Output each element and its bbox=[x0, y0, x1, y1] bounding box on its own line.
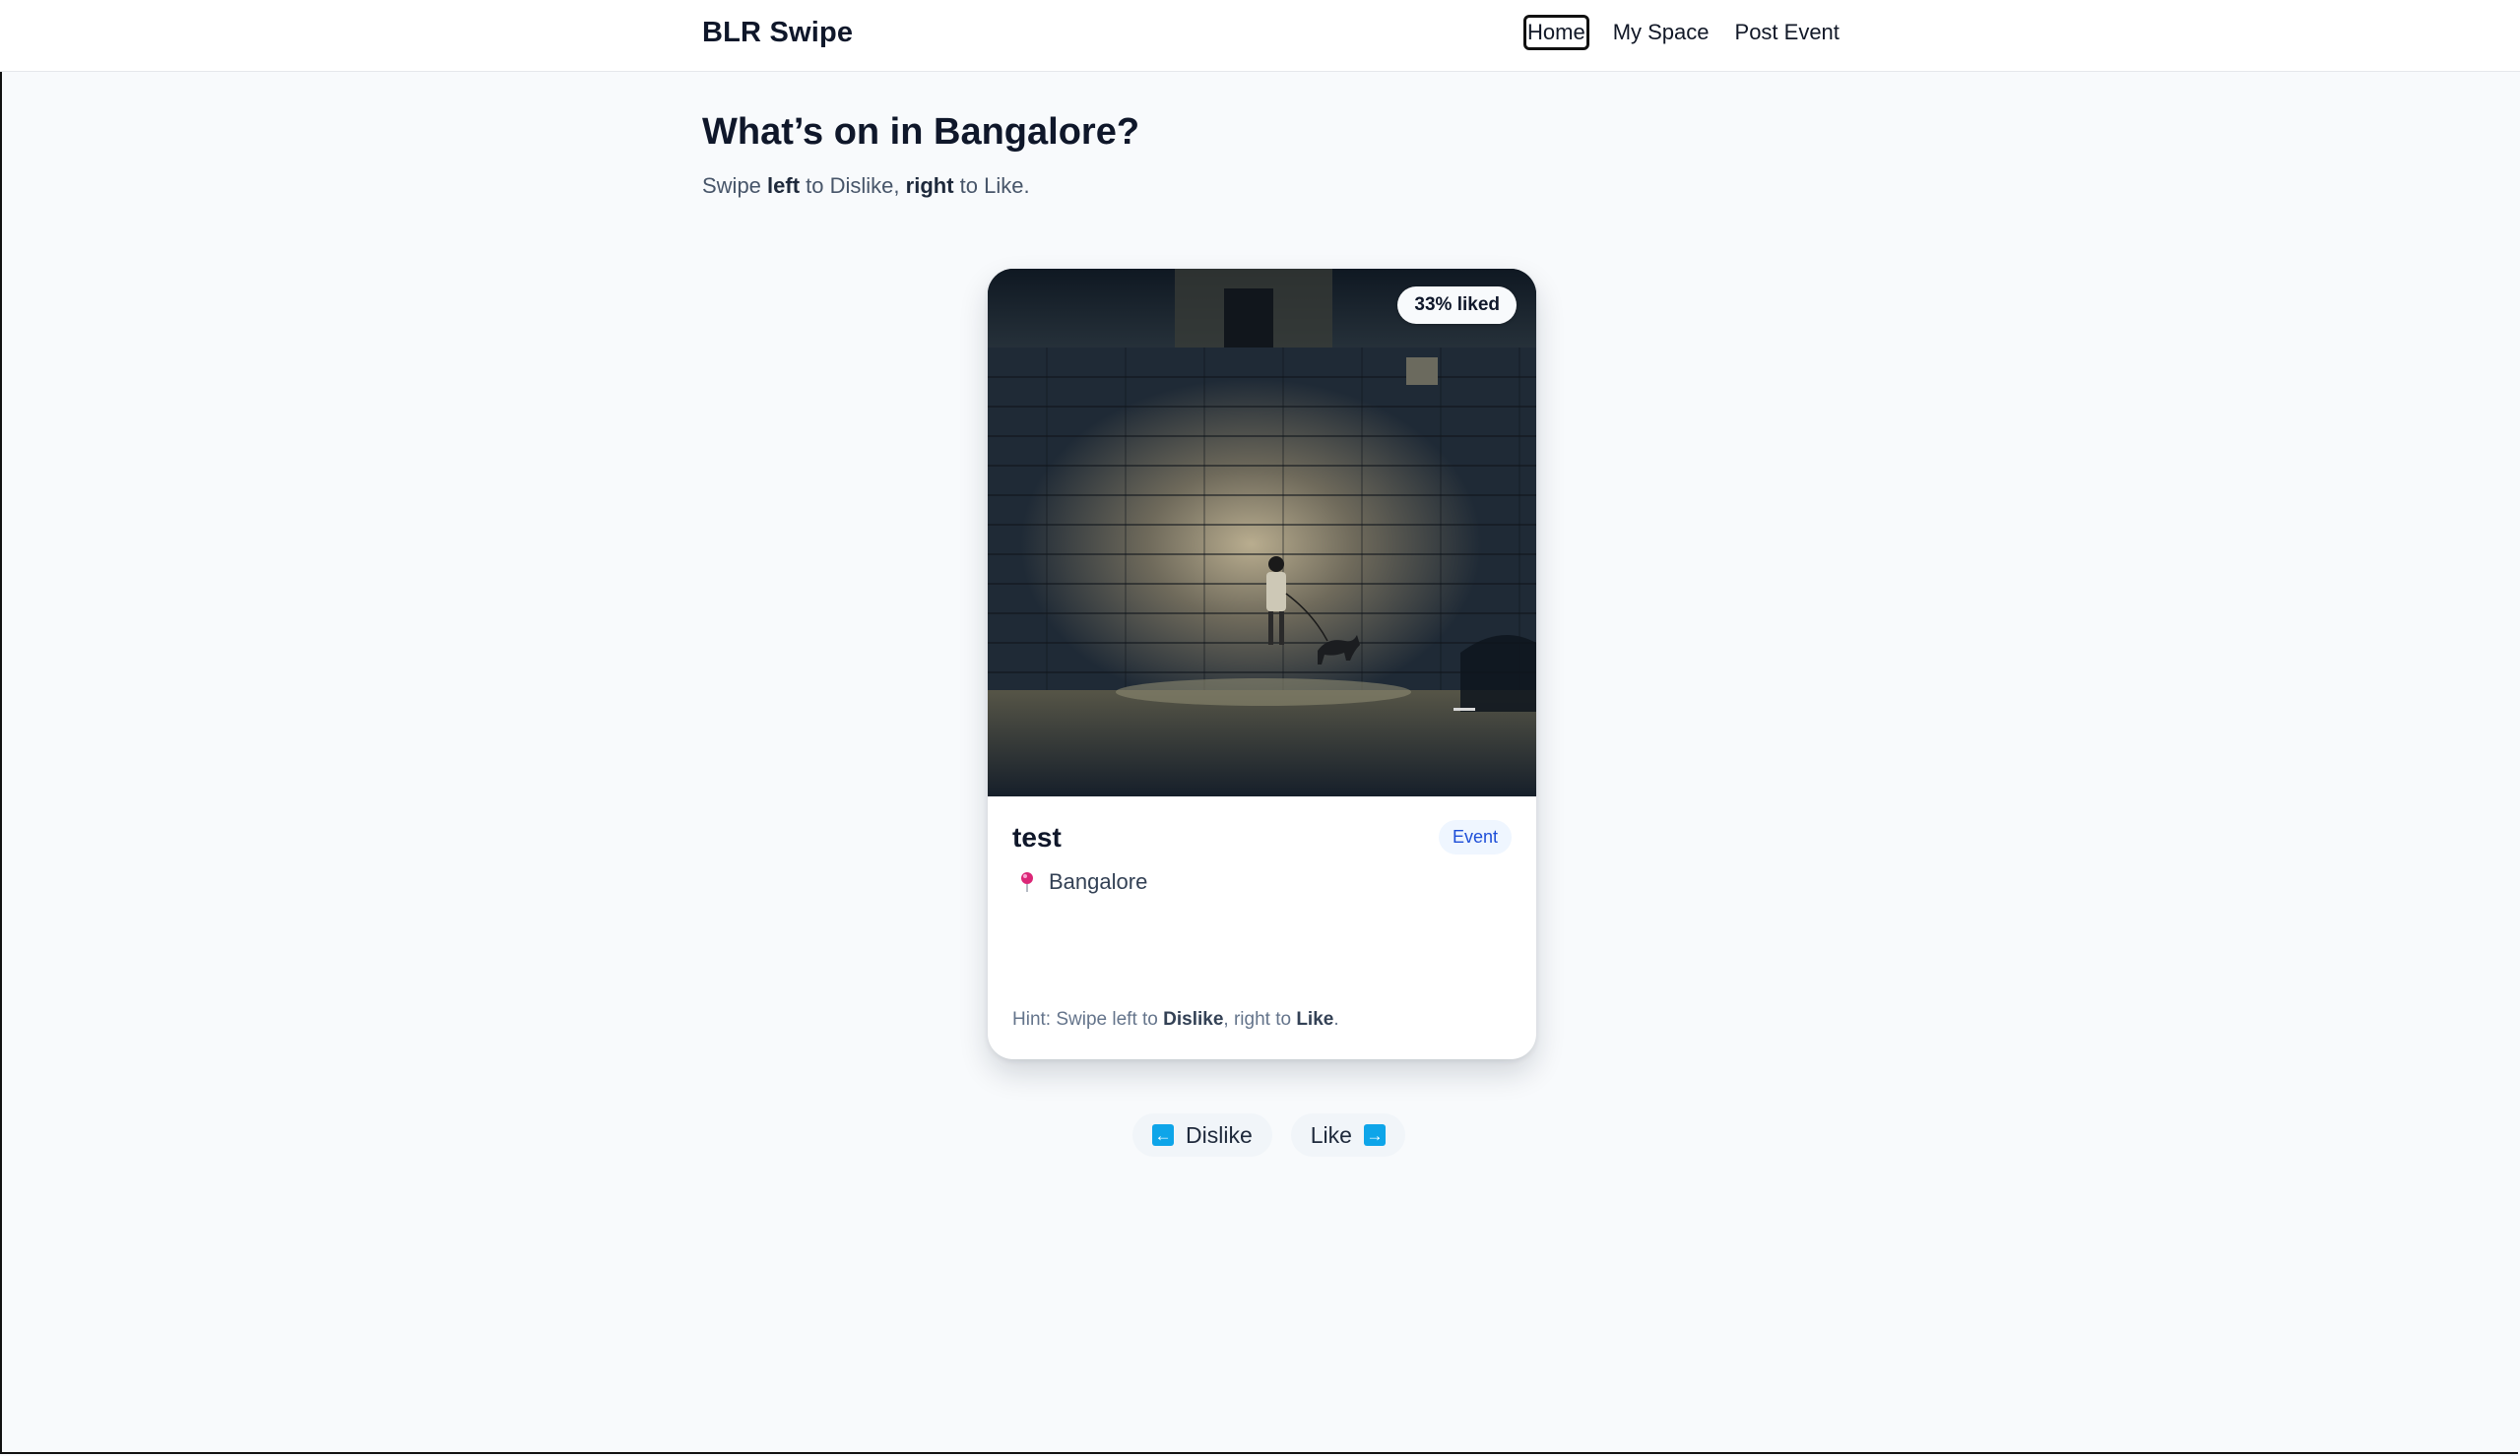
subtitle-right: right bbox=[905, 173, 954, 198]
subtitle-left: left bbox=[767, 173, 801, 198]
swipe-actions: ← Dislike Like → bbox=[1132, 1113, 1405, 1157]
event-card[interactable]: 33% liked test Event Bangalore Hint: Swi… bbox=[988, 269, 1536, 1059]
page-subtitle: Swipe left to Dislike, right to Like. bbox=[702, 173, 1030, 199]
event-location-text: Bangalore bbox=[1049, 869, 1148, 894]
like-label: Like bbox=[1310, 1121, 1352, 1148]
dislike-button[interactable]: ← Dislike bbox=[1132, 1113, 1272, 1157]
hint-like: Like bbox=[1296, 1009, 1334, 1030]
hint-dislike: Dislike bbox=[1163, 1009, 1224, 1030]
top-header: BLR Swipe Home My Space Post Event bbox=[0, 0, 2520, 72]
main-nav: Home My Space Post Event bbox=[1523, 15, 1842, 50]
nav-home[interactable]: Home bbox=[1523, 15, 1589, 50]
hint-text: . bbox=[1333, 1009, 1339, 1030]
nav-my-space[interactable]: My Space bbox=[1611, 16, 1712, 49]
event-image: 33% liked bbox=[988, 269, 1536, 796]
hint-text: Hint: Swipe left to bbox=[1012, 1009, 1164, 1030]
subtitle-text: to Dislike, bbox=[800, 173, 906, 198]
brand-logo[interactable]: BLR Swipe bbox=[702, 17, 853, 49]
subtitle-text: Swipe bbox=[702, 173, 768, 198]
pin-icon bbox=[1021, 872, 1033, 892]
liked-badge: 33% liked bbox=[1397, 286, 1517, 324]
page-title: What’s on in Bangalore? bbox=[702, 111, 1140, 153]
dislike-label: Dislike bbox=[1186, 1121, 1253, 1148]
event-location: Bangalore bbox=[1017, 869, 1147, 895]
arrow-left-icon: ← bbox=[1152, 1124, 1174, 1146]
like-button[interactable]: Like → bbox=[1290, 1113, 1405, 1157]
nav-post-event[interactable]: Post Event bbox=[1733, 16, 1842, 49]
subtitle-text: to Like. bbox=[953, 173, 1030, 198]
event-title: test bbox=[1012, 822, 1062, 853]
hint-text: , right to bbox=[1223, 1009, 1297, 1030]
arrow-right-icon: → bbox=[1363, 1124, 1386, 1146]
swipe-hint: Hint: Swipe left to Dislike, right to Li… bbox=[1012, 1009, 1339, 1031]
event-type-badge: Event bbox=[1438, 820, 1512, 855]
